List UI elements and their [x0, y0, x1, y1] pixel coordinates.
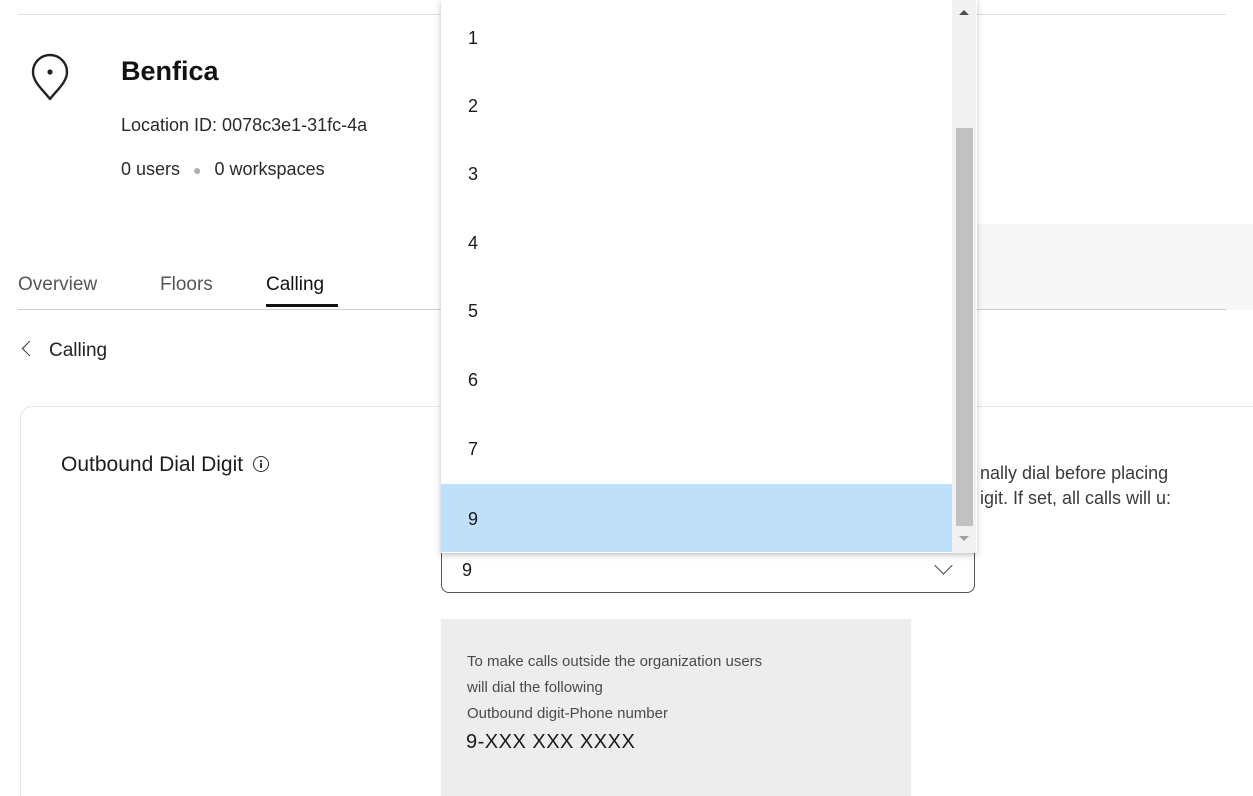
- dropdown-option-5[interactable]: 5: [441, 276, 952, 344]
- scrollbar-thumb[interactable]: [956, 128, 973, 526]
- location-calling-page: Benfica Location ID: 0078c3e1-31fc-4a 0 …: [0, 0, 1253, 796]
- select-value: 9: [462, 560, 473, 580]
- info-icon[interactable]: [252, 456, 269, 472]
- tab-calling[interactable]: Calling: [266, 274, 324, 296]
- back-link-label: Calling: [49, 340, 108, 361]
- active-tab-indicator: [266, 304, 338, 307]
- dropdown-option-1[interactable]: 1: [441, 3, 952, 71]
- back-to-calling-link[interactable]: Calling: [21, 340, 108, 362]
- dial-digit-dropdown-list[interactable]: 1 2 3 4 5 6 7 9: [441, 0, 977, 553]
- chevron-left-icon: [21, 340, 38, 357]
- users-count: 0 users: [121, 159, 181, 179]
- description-line-2: igit. If set, all calls will u:: [980, 488, 1172, 508]
- field-label-text: Outbound Dial Digit: [61, 453, 244, 476]
- dropdown-scrollbar[interactable]: [952, 0, 976, 553]
- dropdown-option-9[interactable]: 9: [441, 484, 952, 552]
- workspaces-count: 0 workspaces: [214, 159, 325, 179]
- location-pin-icon: [31, 53, 69, 101]
- dropdown-option-4[interactable]: 4: [441, 208, 952, 276]
- outbound-dial-digit-select[interactable]: 9: [441, 548, 975, 593]
- location-counts: 0 users ● 0 workspaces: [121, 159, 325, 180]
- separator-dot: ●: [193, 162, 202, 179]
- info-line-1: To make calls outside the organization u…: [467, 653, 763, 670]
- scroll-down-arrow-icon[interactable]: [959, 536, 969, 541]
- scroll-up-arrow-icon[interactable]: [959, 10, 969, 15]
- tab-floors[interactable]: Floors: [160, 274, 213, 296]
- dropdown-option-6[interactable]: 6: [441, 345, 952, 413]
- tab-overview[interactable]: Overview: [18, 274, 97, 296]
- location-id: Location ID: 0078c3e1-31fc-4a: [121, 115, 368, 135]
- outbound-dial-digit-label: Outbound Dial Digit: [61, 453, 269, 477]
- dial-format-example: 9-XXX XXX XXXX: [466, 731, 636, 753]
- dropdown-option-7[interactable]: 7: [441, 414, 952, 482]
- info-line-2: will dial the following: [467, 679, 603, 696]
- dropdown-option-3[interactable]: 3: [441, 139, 952, 207]
- dialing-info-box: To make calls outside the organization u…: [441, 619, 911, 796]
- chevron-down-icon[interactable]: [934, 556, 953, 575]
- field-description: nally dial before placing igit. If set, …: [980, 461, 1253, 511]
- dropdown-option-2[interactable]: 2: [441, 71, 952, 139]
- location-name: Benfica: [121, 56, 219, 86]
- description-line-1: nally dial before placing: [980, 463, 1169, 483]
- info-line-3: Outbound digit-Phone number: [467, 705, 668, 722]
